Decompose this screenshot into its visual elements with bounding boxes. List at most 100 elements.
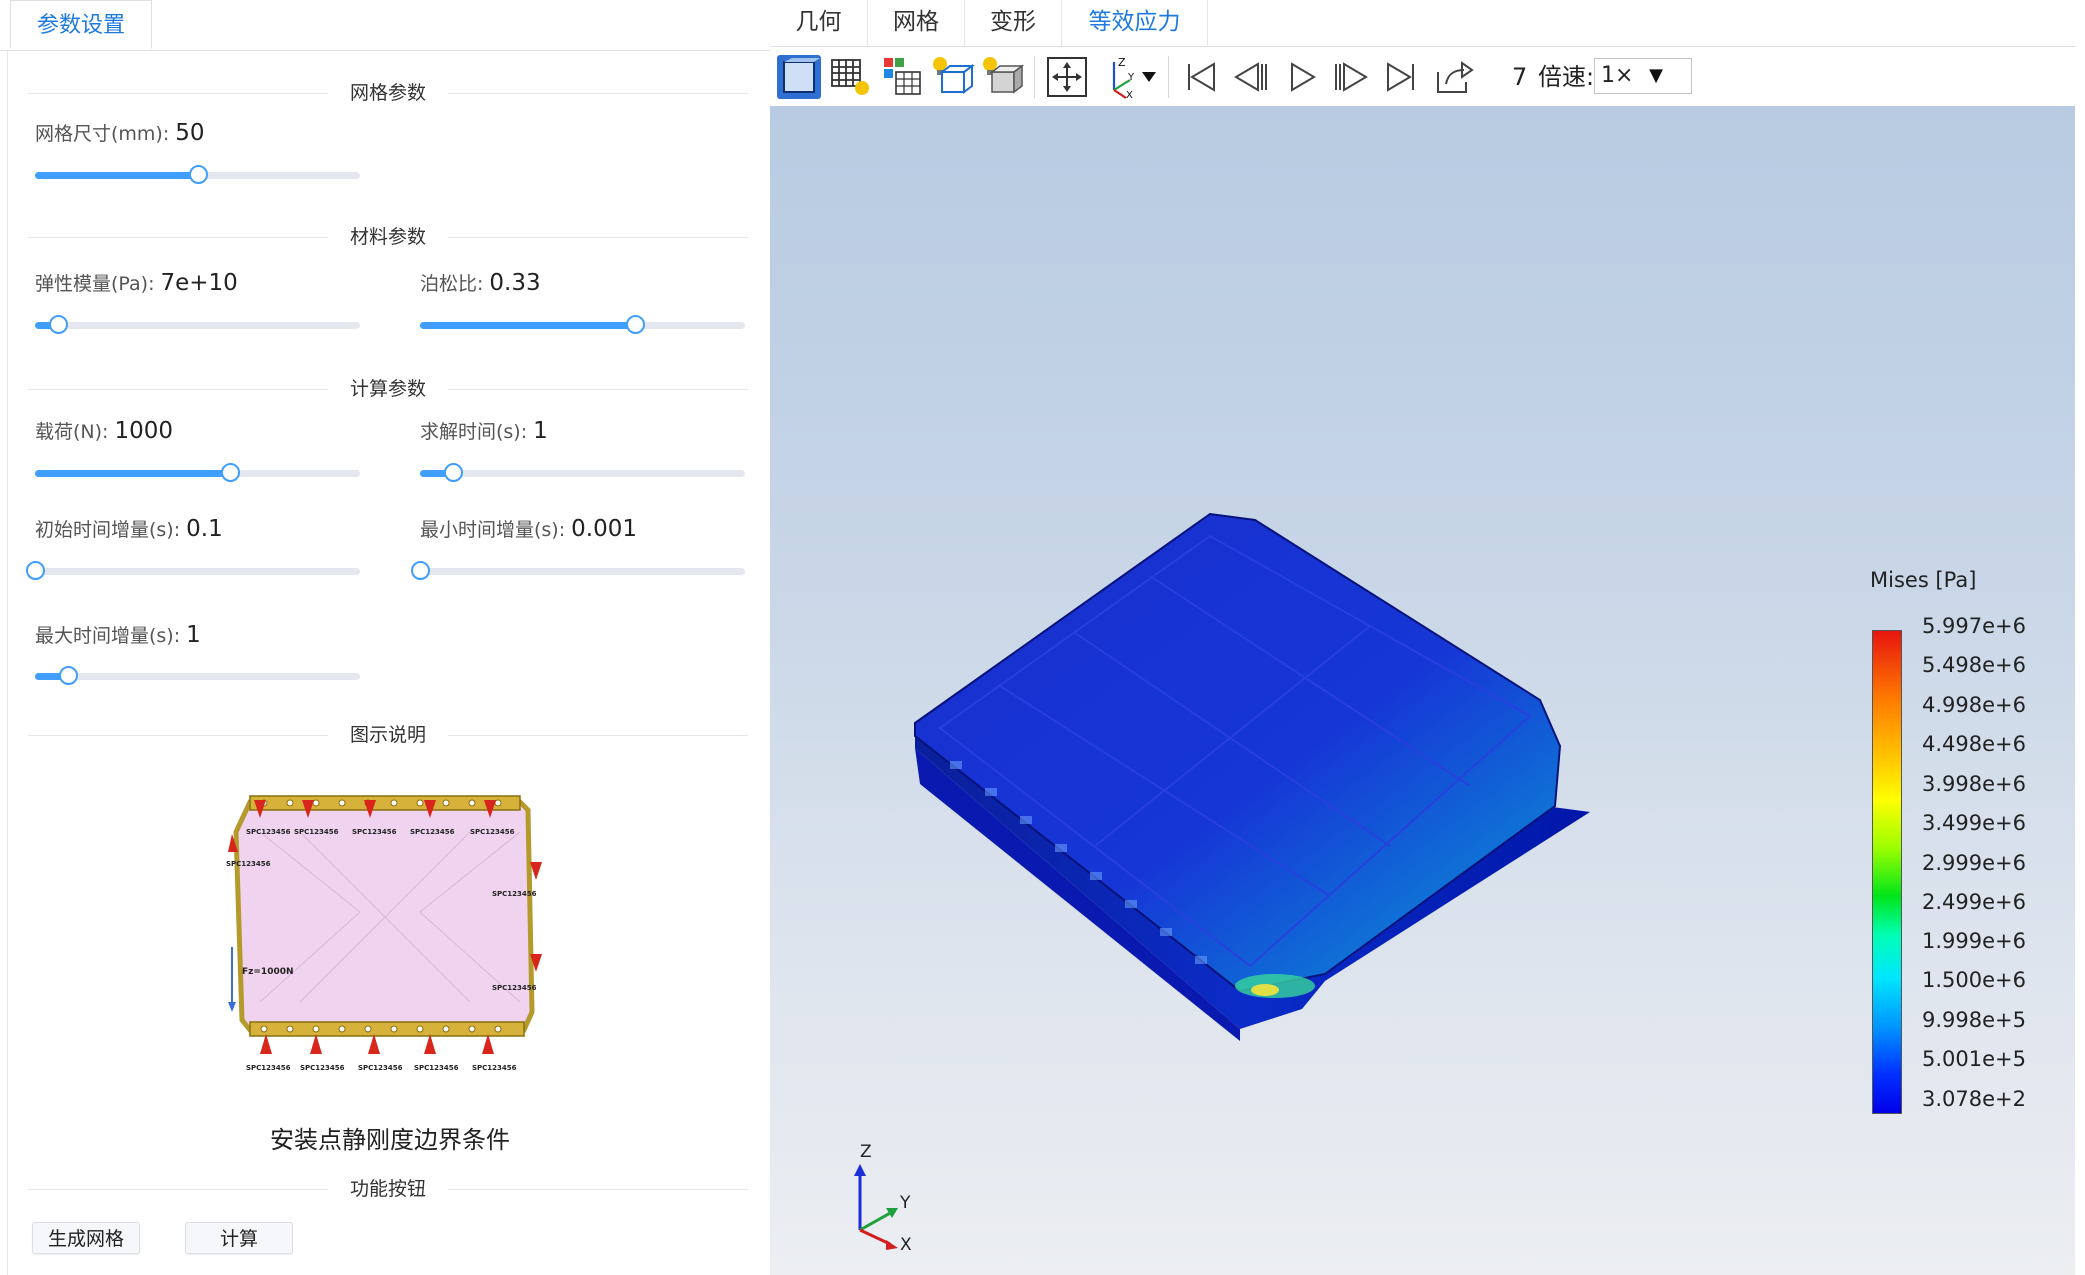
param-value: 50: [175, 120, 205, 146]
first-frame-icon[interactable]: [1178, 54, 1224, 100]
spc-label: SPC123456: [492, 890, 537, 898]
tab-parameter-settings[interactable]: 参数设置: [10, 0, 152, 49]
slider-thumb[interactable]: [411, 561, 430, 580]
left-tabbar: 参数设置: [0, 0, 770, 51]
export-icon[interactable]: [1430, 54, 1476, 100]
parameter-panel: 参数设置 网格参数 网格尺寸(mm): 50 材料参数 弹性模量(Pa): 7e+1…: [0, 0, 770, 1275]
boundary-condition-figure: SPC123456 SPC123456 SPC123456 SPC123456 …: [226, 795, 542, 1072]
3d-viewport[interactable]: Mises [Pa] 5.997e+6 5.498e+6 4.998e+6 4.…: [770, 106, 2075, 1275]
poisson-ratio-slider[interactable]: [420, 315, 745, 335]
wireframe-light-icon[interactable]: [930, 54, 976, 100]
speed-label: 倍速:: [1538, 63, 1595, 91]
color-scale-bar: [1872, 630, 1902, 1114]
shaded-light-icon[interactable]: [980, 54, 1026, 100]
slider-thumb[interactable]: [58, 666, 78, 685]
initial-increment-slider[interactable]: [26, 561, 360, 581]
legend-value: 3.078e+2: [1922, 1087, 2026, 1111]
solve-time-param: 求解时间(s): 1: [420, 416, 548, 446]
solid-view-icon[interactable]: [776, 54, 822, 100]
section-title: 图示说明: [327, 720, 449, 750]
axis-orientation-dropdown[interactable]: ZYX: [1100, 54, 1160, 101]
next-frame-icon[interactable]: [1328, 54, 1374, 100]
param-label: 最小时间增量(s):: [420, 519, 566, 541]
param-value: 0.001: [571, 516, 637, 542]
spc-label: SPC123456: [410, 828, 455, 836]
spc-label: SPC123456: [472, 1064, 517, 1072]
toolbar-divider: [1168, 56, 1169, 98]
param-value: 1: [533, 418, 548, 444]
legend-value: 1.500e+6: [1922, 968, 2026, 992]
tab-deformation[interactable]: 变形: [965, 0, 1061, 46]
svg-text:Z: Z: [1118, 56, 1126, 69]
force-label: Fz=1000N: [242, 967, 294, 977]
spc-label: SPC123456: [294, 828, 339, 836]
min-increment-param: 最小时间增量(s): 0.001: [420, 514, 637, 544]
figure-caption: 安装点静刚度边界条件: [270, 1126, 510, 1154]
slider-thumb[interactable]: [188, 165, 208, 184]
legend-value: 1.999e+6: [1922, 929, 2026, 953]
param-label: 最大时间增量(s):: [35, 625, 181, 647]
min-increment-slider[interactable]: [411, 561, 745, 581]
param-value: 0.33: [489, 270, 541, 296]
legend-value: 2.999e+6: [1922, 851, 2026, 875]
speed-select[interactable]: 1× ▼: [1594, 58, 1692, 94]
elastic-modulus-slider[interactable]: [35, 315, 360, 335]
spc-label: SPC123456: [470, 828, 515, 836]
slider-thumb[interactable]: [221, 463, 240, 482]
spc-label: SPC123456: [300, 1064, 345, 1072]
viewer-toolbar: ZYX 7 倍速: 1× ▼: [770, 50, 2075, 104]
speed-value: 1×: [1601, 63, 1634, 88]
tab-mesh[interactable]: 网格: [868, 0, 964, 46]
section-title: 计算参数: [327, 374, 449, 404]
param-label: 载荷(N):: [35, 421, 109, 443]
slider-thumb[interactable]: [625, 315, 645, 334]
panel-divider: [7, 50, 8, 1275]
spc-label: SPC123456: [246, 828, 291, 836]
section-title: 网格参数: [327, 78, 449, 108]
axis-triad-icon: Z Y X: [854, 1142, 912, 1252]
param-value: 0.1: [186, 516, 223, 542]
result-panel: 几何 网格 变形 等效应力 ZYX 7 倍速: 1× ▼ Mises [Pa] …: [770, 0, 2085, 1275]
spc-label: SPC123456: [226, 860, 271, 868]
previous-frame-icon[interactable]: [1228, 54, 1274, 100]
mesh-size-slider[interactable]: [35, 165, 360, 185]
spc-label: SPC123456: [352, 828, 397, 836]
section-material-params: 材料参数: [28, 222, 748, 252]
section-mesh-params: 网格参数: [28, 78, 748, 108]
svg-text:X: X: [1126, 90, 1133, 100]
spc-label: SPC123456: [414, 1064, 459, 1072]
max-increment-slider[interactable]: [35, 666, 360, 686]
frame-number: 7: [1512, 63, 1528, 91]
generate-mesh-button[interactable]: 生成网格: [32, 1222, 140, 1254]
slider-thumb[interactable]: [443, 463, 463, 482]
view-tabbar: 几何 网格 变形 等效应力: [770, 0, 2075, 47]
initial-increment-param: 初始时间增量(s): 0.1: [35, 514, 223, 544]
load-slider[interactable]: [35, 463, 360, 483]
mesh-size-param: 网格尺寸(mm): 50: [35, 118, 205, 148]
mesh-view-icon[interactable]: [828, 54, 874, 100]
svg-text:Y: Y: [1127, 72, 1135, 83]
load-param: 载荷(N): 1000: [35, 416, 173, 446]
fit-view-icon[interactable]: [1044, 54, 1090, 100]
tab-equivalent-stress[interactable]: 等效应力: [1062, 0, 1207, 46]
max-increment-param: 最大时间增量(s): 1: [35, 620, 201, 650]
solve-time-slider[interactable]: [420, 463, 745, 483]
legend-value: 9.998e+5: [1922, 1008, 2026, 1032]
section-actions: 功能按钮: [28, 1174, 748, 1204]
param-value: 1000: [114, 418, 173, 444]
tab-geometry[interactable]: 几何: [770, 0, 867, 46]
color-grid-icon[interactable]: [880, 54, 926, 100]
legend-value: 4.998e+6: [1922, 693, 2026, 717]
spc-label: SPC123456: [492, 984, 537, 992]
param-label: 泊松比:: [420, 273, 484, 295]
section-title: 功能按钮: [327, 1174, 449, 1204]
compute-button[interactable]: 计算: [185, 1222, 293, 1254]
slider-thumb[interactable]: [48, 315, 68, 334]
poisson-ratio-param: 泊松比: 0.33: [420, 268, 541, 298]
slider-thumb[interactable]: [26, 561, 45, 580]
play-icon[interactable]: [1278, 54, 1324, 100]
legend-value: 4.498e+6: [1922, 732, 2026, 756]
param-label: 求解时间(s):: [420, 421, 528, 443]
last-frame-icon[interactable]: [1378, 54, 1424, 100]
section-legend: 图示说明: [28, 720, 748, 750]
